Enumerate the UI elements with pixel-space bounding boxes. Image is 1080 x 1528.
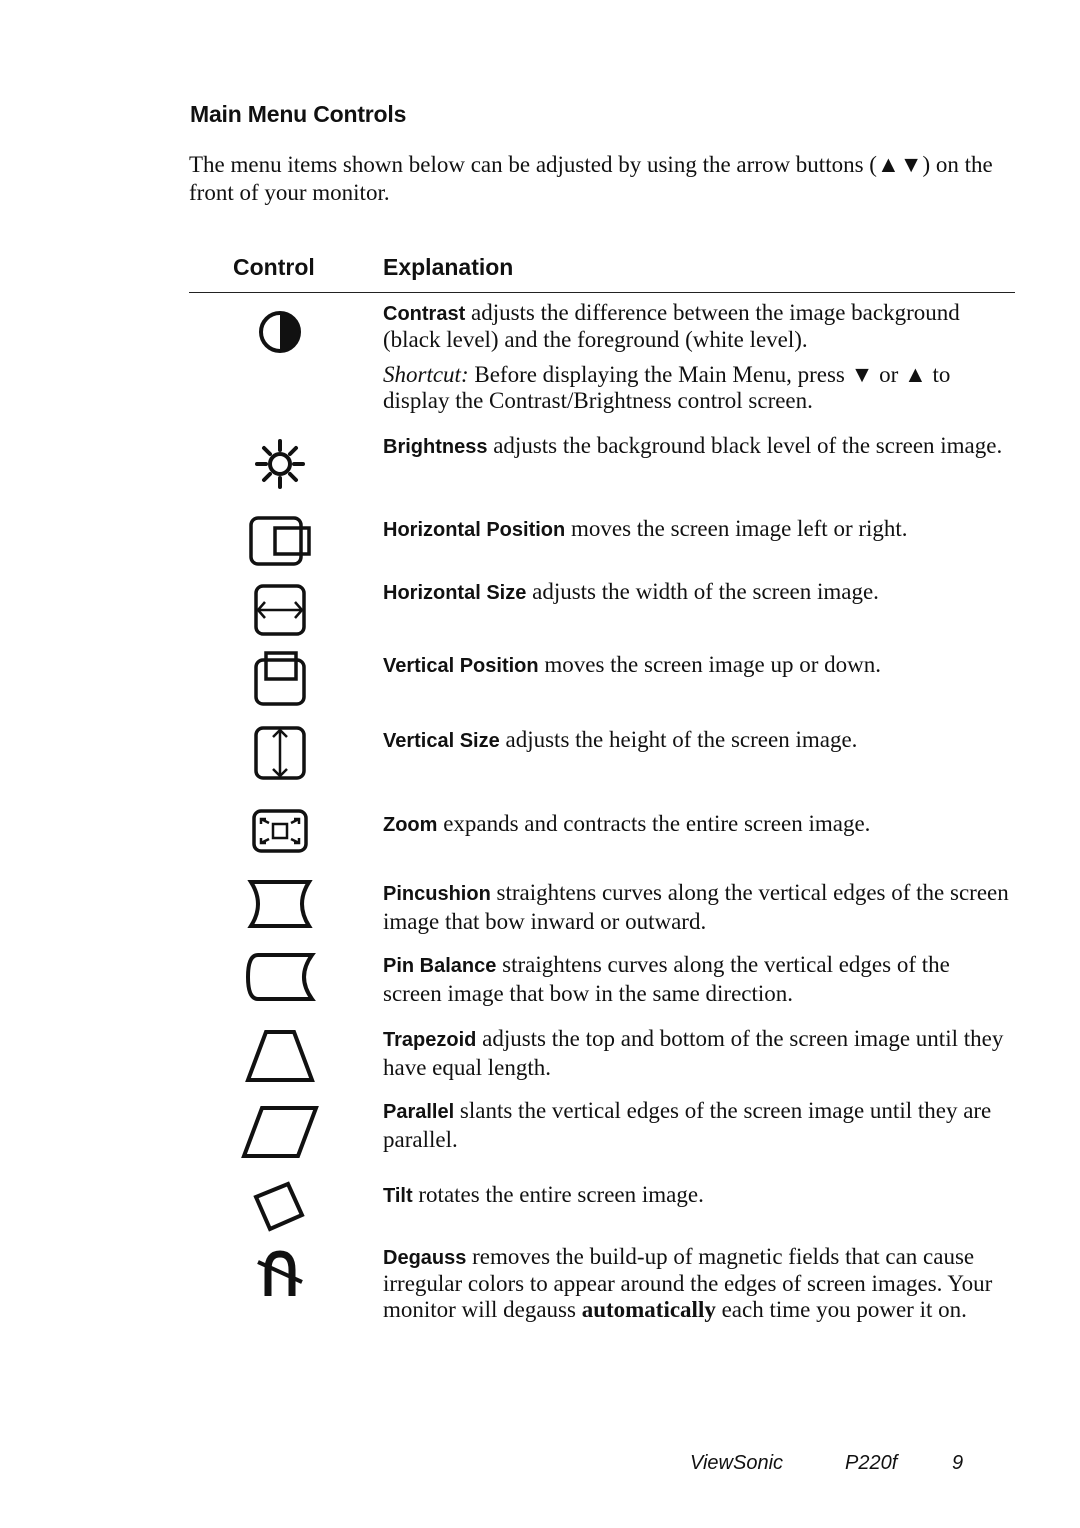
horizontal-position-icon (240, 514, 320, 568)
table-row-trapezoid: Trapezoid adjusts the top and bottom of … (383, 1026, 1004, 1080)
term: Contrast (383, 303, 466, 325)
footer-page-number: 9 (952, 1452, 964, 1474)
footer-model: P220f (845, 1452, 898, 1474)
column-header-control: Control (233, 254, 315, 280)
term: Brightness (383, 436, 488, 458)
table-row-degauss: Degauss removes the build-up of magnetic… (383, 1244, 993, 1322)
tilt-icon (240, 1176, 320, 1236)
pincushion-icon (240, 878, 320, 930)
contrast-icon (240, 309, 320, 355)
term: Zoom (383, 814, 438, 836)
term: Parallel (383, 1101, 455, 1123)
column-header-explanation: Explanation (383, 254, 514, 280)
table-row-zoom: Zoom expands and contracts the entire sc… (383, 811, 871, 836)
pin-balance-icon (240, 951, 320, 1003)
term: Vertical Position (383, 655, 539, 677)
intro-paragraph: The menu items shown below can be adjust… (189, 152, 993, 205)
table-row-horizontal-position: Horizontal Position moves the screen ima… (383, 516, 908, 541)
emphasis-automatically: automatically (581, 1297, 716, 1322)
term: Pin Balance (383, 955, 497, 977)
term: Horizontal Position (383, 519, 566, 541)
term: Horizontal Size (383, 582, 527, 604)
zoom-icon (240, 808, 320, 854)
vertical-size-icon (240, 725, 320, 781)
footer-brand: ViewSonic (690, 1452, 784, 1474)
term: Trapezoid (383, 1029, 477, 1051)
term: Degauss (383, 1247, 467, 1269)
contrast-shortcut-note: Shortcut: Before displaying the Main Men… (383, 362, 951, 413)
parallel-icon (240, 1104, 320, 1160)
table-row-horizontal-size: Horizontal Size adjusts the width of the… (383, 579, 879, 604)
table-row-pin-balance: Pin Balance straightens curves along the… (383, 952, 950, 1006)
term: Vertical Size (383, 730, 500, 752)
vertical-position-icon (240, 650, 320, 708)
table-row-pincushion: Pincushion straightens curves along the … (383, 880, 1009, 934)
term: Pincushion (383, 883, 491, 905)
table-row-tilt: Tilt rotates the entire screen image. (383, 1182, 704, 1207)
table-row-vertical-size: Vertical Size adjusts the height of the … (383, 727, 858, 752)
term: Tilt (383, 1185, 413, 1207)
table-row-vertical-position: Vertical Position moves the screen image… (383, 652, 881, 677)
degauss-icon (240, 1248, 320, 1298)
table-row-brightness: Brightness adjusts the background black … (383, 433, 1003, 458)
trapezoid-icon (240, 1028, 320, 1084)
horizontal-size-icon (240, 583, 320, 637)
brightness-icon (240, 438, 320, 490)
header-divider (189, 292, 1015, 293)
section-title: Main Menu Controls (190, 101, 407, 127)
table-row-contrast: Contrast adjusts the difference between … (383, 300, 960, 352)
table-row-parallel: Parallel slants the vertical edges of th… (383, 1098, 992, 1152)
